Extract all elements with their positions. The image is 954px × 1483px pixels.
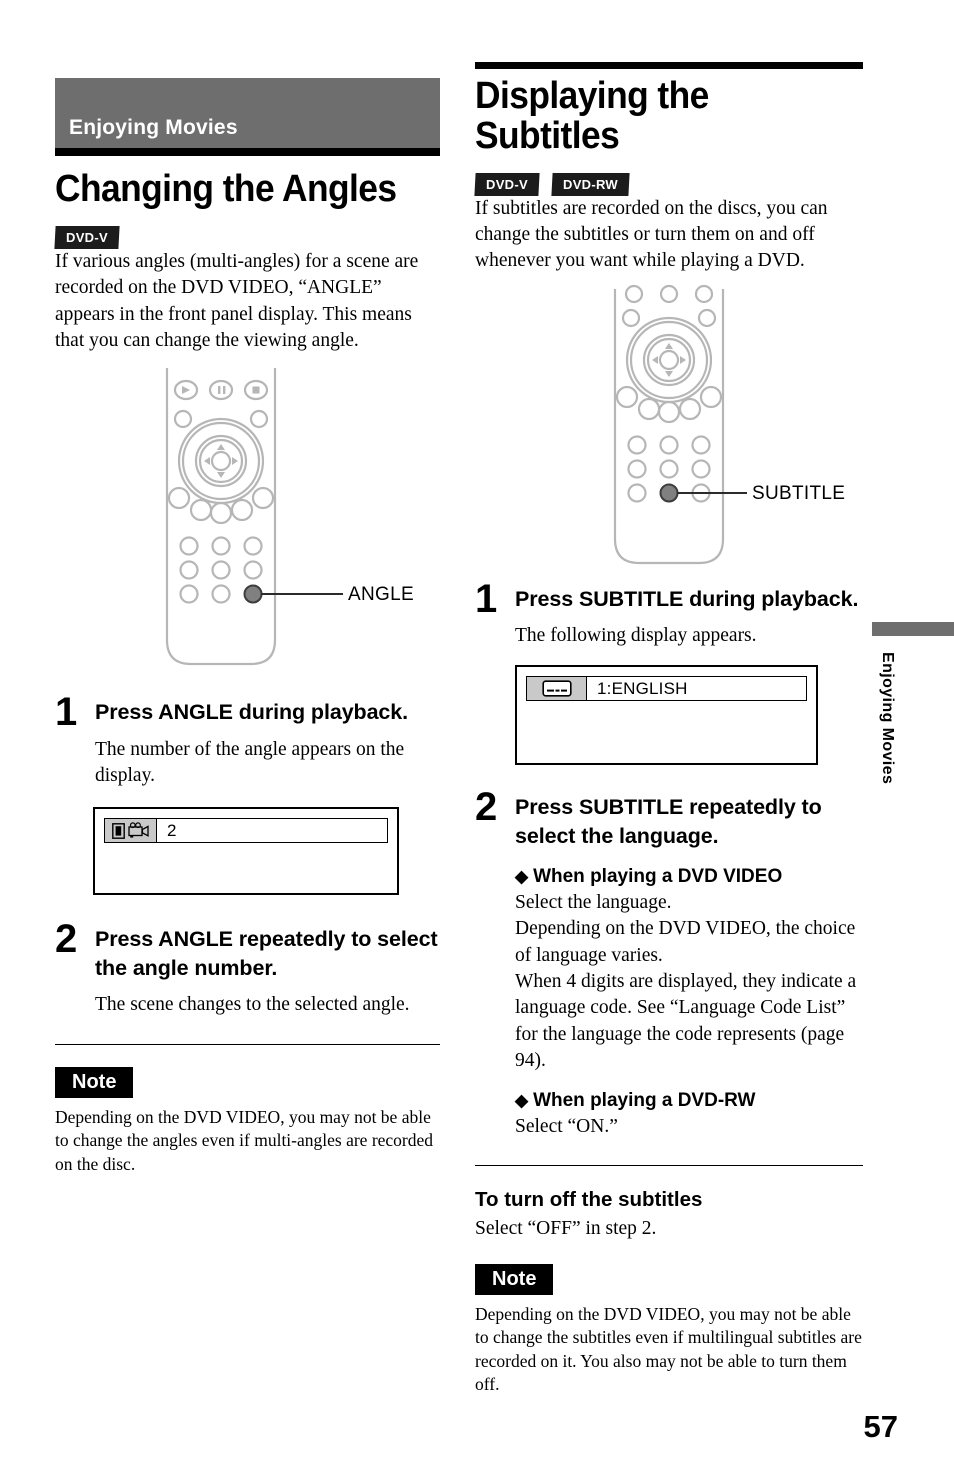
step-description: The number of the angle appears on the d… <box>95 738 405 786</box>
subsection-heading-text: When playing a DVD VIDEO <box>533 866 783 888</box>
dpad-arrow-icons <box>204 444 238 479</box>
step-title: Press SUBTITLE during playback. <box>515 586 859 611</box>
note-text-left: Depending on the DVD VIDEO, you may not … <box>55 1107 434 1174</box>
transport-glyph-icons <box>182 386 260 395</box>
step-number: 1 <box>475 576 498 621</box>
page-title-changing-the-angles: Changing the Angles <box>55 168 397 210</box>
note-divider-left <box>55 1044 440 1046</box>
remote-illustration-angle: ANGLE <box>55 328 440 668</box>
osd-bar-subtitle: 1:ENGLISH <box>526 676 807 702</box>
step-title: Press ANGLE during playback. <box>95 700 409 725</box>
step-2-subtitle: 2 Press SUBTITLE repeatedly to select th… <box>475 785 863 1140</box>
disc-badge-label: DVD-V <box>486 176 528 192</box>
step-1-subtitle: 1 Press SUBTITLE during playback. The fo… <box>475 576 863 650</box>
diamond-bullet-icon: ◆ <box>515 1091 529 1111</box>
disc-badge-dvd-v: DVD-V <box>54 225 120 249</box>
remote-illustration-subtitle: SUBTITLE <box>475 281 863 571</box>
note-label-left: Note <box>55 1067 134 1099</box>
step-number: 1 <box>55 690 78 735</box>
disc-badge-row-left: DVD-V <box>54 225 440 249</box>
chapter-rule <box>55 148 440 156</box>
side-thumb-tab: Enjoying Movies <box>872 622 954 784</box>
osd-icon-group-subtitle <box>527 677 587 701</box>
chapter-banner: Enjoying Movies <box>55 78 440 148</box>
disc-badge-row-right: DVD-V DVD-RW <box>474 172 863 196</box>
minor-heading-turn-off-subtitles: To turn off the subtitles <box>475 1187 703 1211</box>
side-thumb-tab-bar <box>872 622 954 636</box>
step-description: The scene changes to the selected angle. <box>95 993 410 1015</box>
subtitle-icon <box>541 680 572 698</box>
callout-label-angle: ANGLE <box>348 584 414 606</box>
intro-paragraph-left: If various angles (multi-angles) for a s… <box>55 250 419 351</box>
chapter-banner-label: Enjoying Movies <box>69 116 238 139</box>
step-number: 2 <box>475 785 498 830</box>
right-column: Displaying the Subtitles DVD-V DVD-RW If… <box>474 62 863 1396</box>
minor-body-turn-off-subtitles: Select “OFF” in step 2. <box>475 1217 657 1239</box>
subsection-heading-text: When playing a DVD-RW <box>533 1090 756 1112</box>
video-camera-icon <box>127 822 149 838</box>
page-number: 57 <box>863 1409 898 1444</box>
section-divider-right <box>475 1164 863 1166</box>
subsection-heading-dvd-video: ◆ When playing a DVD VIDEO <box>515 866 863 888</box>
step-title: Press ANGLE repeatedly to select the ang… <box>95 927 438 980</box>
subtitle-button-highlight <box>659 483 679 503</box>
diamond-bullet-icon: ◆ <box>515 867 529 887</box>
disc-badge-dvd-v: DVD-V <box>474 172 540 196</box>
step-number: 2 <box>55 917 78 962</box>
osd-value-angle: 2 <box>167 820 177 840</box>
left-column: Enjoying Movies Changing the Angles DVD-… <box>54 78 440 1176</box>
note-text-right: Depending on the DVD VIDEO, you may not … <box>475 1303 862 1394</box>
dpad-arrow-icons <box>652 342 686 377</box>
disc-badge-label: DVD-V <box>66 229 108 245</box>
section-rule-right <box>475 62 863 69</box>
callout-label-subtitle: SUBTITLE <box>752 482 846 504</box>
disc-badge-dvd-rw: DVD-RW <box>551 172 630 196</box>
side-thumb-tab-label: Enjoying Movies <box>879 652 896 785</box>
osd-display-subtitle: 1:ENGLISH <box>515 665 818 766</box>
page-title-displaying-the-subtitles: Displaying the Subtitles <box>475 75 709 157</box>
disc-badge-label: DVD-RW <box>562 176 618 192</box>
step-description: The following display appears. <box>515 625 757 647</box>
osd-display-angle: 2 <box>93 807 399 896</box>
step-title: Press SUBTITLE repeatedly to select the … <box>515 795 822 848</box>
multi-angle-indicator-icon <box>111 822 125 839</box>
remote-svg-angle <box>165 328 343 666</box>
angle-button-highlight <box>243 584 263 604</box>
step-1-angle: 1 Press ANGLE during playback. The numbe… <box>55 690 440 789</box>
subsection-body-dvd-rw: Select “ON.” <box>515 1116 618 1138</box>
step-2-angle: 2 Press ANGLE repeatedly to select the a… <box>55 917 440 1018</box>
osd-bar-angle: 2 <box>104 818 388 844</box>
intro-paragraph-right: If subtitles are recorded on the discs, … <box>475 197 828 272</box>
osd-value-subtitle: 1:ENGLISH <box>597 678 688 698</box>
subsection-heading-dvd-rw: ◆ When playing a DVD-RW <box>515 1090 863 1112</box>
note-label-right: Note <box>475 1263 554 1295</box>
remote-svg-subtitle <box>613 284 747 564</box>
manual-page: Enjoying Movies Changing the Angles DVD-… <box>0 0 954 1483</box>
subsection-body-dvd-video: Select the language. Depending on the DV… <box>515 892 857 1072</box>
osd-icon-group-angle <box>105 819 157 843</box>
